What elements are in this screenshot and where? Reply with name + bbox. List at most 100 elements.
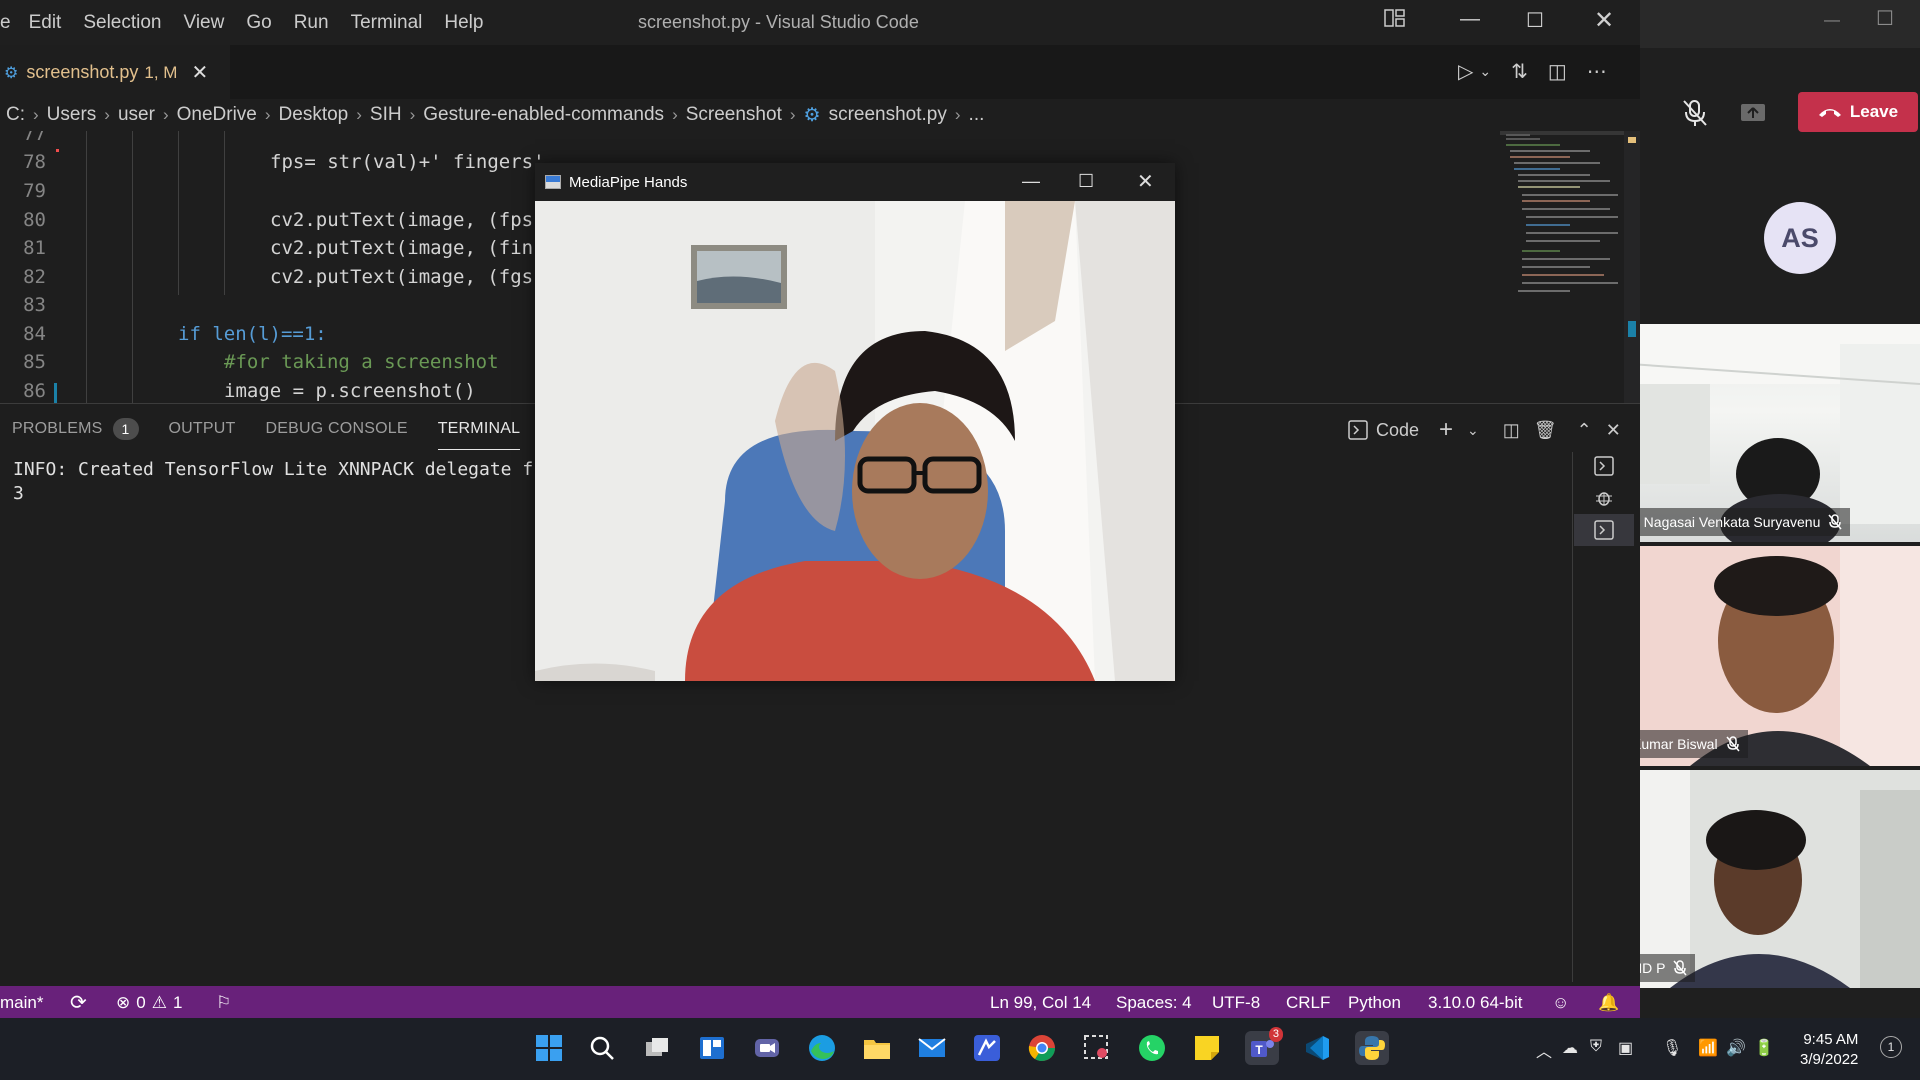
editor-scrollbar[interactable] <box>1624 131 1640 403</box>
breadcrumb-item[interactable]: Desktop <box>279 104 349 126</box>
mediapipe-window[interactable]: MediaPipe Hands — ☐ ✕ <box>535 163 1175 681</box>
menu-go[interactable]: Go <box>246 12 271 34</box>
search-icon[interactable] <box>585 1031 619 1065</box>
live-share-icon[interactable]: ⚐ <box>216 993 231 1013</box>
tray-app-icon[interactable]: ▣ <box>1618 1038 1633 1058</box>
python-interpreter[interactable]: 3.10.0 64-bit <box>1428 993 1523 1013</box>
breadcrumb-item[interactable]: OneDrive <box>177 104 257 126</box>
more-actions-icon[interactable]: ⋯ <box>1587 59 1607 84</box>
split-editor-icon[interactable]: ◫ <box>1548 59 1567 84</box>
menu-view[interactable]: View <box>184 12 225 34</box>
battery-icon[interactable]: 🔋 <box>1754 1038 1774 1058</box>
terminal-output[interactable]: INFO: Created TensorFlow Lite XNNPACK de… <box>13 458 533 506</box>
chevron-up-icon[interactable]: ︿ <box>1536 1038 1552 1062</box>
breadcrumb-item[interactable]: Screenshot <box>686 104 782 126</box>
microphone-icon[interactable]: 🎙 <box>1662 1038 1682 1058</box>
tab-problems[interactable]: PROBLEMS 1 <box>12 418 139 440</box>
breadcrumb-item[interactable]: ... <box>969 104 985 126</box>
menu-selection[interactable]: Selection <box>83 12 161 34</box>
maximize-icon[interactable]: ☐ <box>1876 6 1894 31</box>
layout-icon[interactable] <box>1384 8 1406 34</box>
participant-tile[interactable]: n Nagasai Venkata Suryavenu <box>1630 324 1920 542</box>
breadcrumb-item[interactable]: C: <box>6 104 25 126</box>
compare-changes-icon[interactable]: ⇅ <box>1511 59 1528 84</box>
line-ending[interactable]: CRLF <box>1286 993 1330 1013</box>
clock[interactable]: 9:45 AM 3/9/2022 <box>1800 1030 1858 1070</box>
participant-tile[interactable]: ND P <box>1630 770 1920 988</box>
breadcrumb-item[interactable]: Users <box>47 104 97 126</box>
python-icon[interactable] <box>1355 1031 1389 1065</box>
snipping-tool-icon[interactable] <box>1080 1031 1114 1065</box>
breadcrumb-item[interactable]: screenshot.py <box>829 104 947 126</box>
encoding[interactable]: UTF-8 <box>1212 993 1260 1013</box>
participant-tile[interactable]: Kumar Biswal <box>1630 546 1920 766</box>
edge-icon[interactable] <box>805 1031 839 1065</box>
whatsapp-icon[interactable] <box>1135 1031 1169 1065</box>
window-title: screenshot.py - Visual Studio Code <box>638 12 919 32</box>
chevron-down-icon[interactable]: ⌄ <box>1467 422 1479 439</box>
cursor-position[interactable]: Ln 99, Col 14 <box>990 993 1091 1013</box>
terminal-profile-button[interactable]: Code <box>1348 420 1419 441</box>
teams-icon[interactable]: T 3 <box>1245 1027 1283 1065</box>
close-panel-icon[interactable]: ✕ <box>1606 420 1621 441</box>
minimize-icon[interactable]: — <box>1460 8 1480 31</box>
whiteboard-icon[interactable] <box>970 1031 1004 1065</box>
teams-chat-icon[interactable] <box>750 1031 784 1065</box>
onedrive-icon[interactable]: ☁ <box>1562 1038 1578 1058</box>
tab-terminal[interactable]: TERMINAL <box>437 418 521 450</box>
close-icon[interactable]: ✕ <box>1137 169 1154 194</box>
breadcrumb-item[interactable]: SIH <box>370 104 402 126</box>
tab-output[interactable]: OUTPUT <box>169 418 236 440</box>
problems-status[interactable]: ⊗ 0 ⚠ 1 <box>116 993 182 1013</box>
start-icon[interactable] <box>532 1031 566 1065</box>
minimize-icon[interactable]: — <box>1824 12 1840 30</box>
bell-icon[interactable]: 🔔 <box>1598 993 1619 1013</box>
widgets-icon[interactable] <box>695 1031 729 1065</box>
breadcrumb-item[interactable]: Gesture-enabled-commands <box>423 104 664 126</box>
chrome-icon[interactable] <box>1025 1031 1059 1065</box>
sync-icon[interactable]: ⟳ <box>70 990 87 1015</box>
notification-badge: 3 <box>1268 1027 1283 1042</box>
chevron-down-icon[interactable]: ⌄ <box>1479 63 1491 84</box>
defender-icon[interactable]: ⛨ <box>1590 1038 1602 1056</box>
terminal-instance-icon[interactable] <box>1574 450 1634 482</box>
volume-icon[interactable]: 🔊 <box>1726 1038 1746 1058</box>
maximize-panel-icon[interactable]: ⌃ <box>1577 420 1592 441</box>
mic-off-icon[interactable] <box>1680 98 1710 128</box>
feedback-icon[interactable]: ☺ <box>1552 993 1569 1013</box>
vscode-icon[interactable] <box>1300 1031 1334 1065</box>
indentation[interactable]: Spaces: 4 <box>1116 993 1192 1013</box>
split-terminal-icon[interactable]: ◫ <box>1503 420 1520 441</box>
maximize-icon[interactable]: ☐ <box>1526 8 1544 33</box>
terminal-instance-icon[interactable] <box>1574 514 1634 546</box>
trash-icon[interactable]: 🗑 <box>1534 420 1557 441</box>
debug-icon[interactable] <box>1574 482 1634 514</box>
run-icon[interactable]: ▷ <box>1458 59 1473 84</box>
minimap[interactable] <box>1500 131 1624 331</box>
menu-file[interactable]: e <box>0 12 11 34</box>
task-view-icon[interactable] <box>640 1031 674 1065</box>
sticky-notes-icon[interactable] <box>1190 1031 1224 1065</box>
tab-close-icon[interactable]: ✕ <box>191 60 208 85</box>
menu-terminal[interactable]: Terminal <box>351 12 423 34</box>
mail-icon[interactable] <box>915 1031 949 1065</box>
breadcrumb-item[interactable]: user <box>118 104 155 126</box>
close-icon[interactable]: ✕ <box>1594 6 1614 35</box>
minimize-icon[interactable]: — <box>1022 171 1040 192</box>
menu-help[interactable]: Help <box>444 12 483 34</box>
notifications-icon[interactable]: 1 <box>1880 1036 1902 1058</box>
menu-run[interactable]: Run <box>294 12 329 34</box>
share-screen-icon[interactable] <box>1738 98 1768 128</box>
git-branch[interactable]: main* <box>0 993 43 1013</box>
tab-screenshot-py[interactable]: ⚙ screenshot.py 1, M ✕ <box>0 45 230 99</box>
tab-debug-console[interactable]: DEBUG CONSOLE <box>266 418 408 440</box>
language-mode[interactable]: Python <box>1348 993 1401 1013</box>
menu-edit[interactable]: Edit <box>29 12 62 34</box>
maximize-icon[interactable]: ☐ <box>1078 171 1094 192</box>
file-explorer-icon[interactable] <box>860 1031 894 1065</box>
leave-button[interactable]: Leave <box>1798 92 1918 132</box>
python-file-icon: ⚙ <box>4 64 19 82</box>
mic-off-icon <box>1673 960 1688 976</box>
wifi-icon[interactable]: 📶 <box>1698 1038 1718 1058</box>
add-terminal-icon[interactable]: + <box>1439 416 1453 444</box>
